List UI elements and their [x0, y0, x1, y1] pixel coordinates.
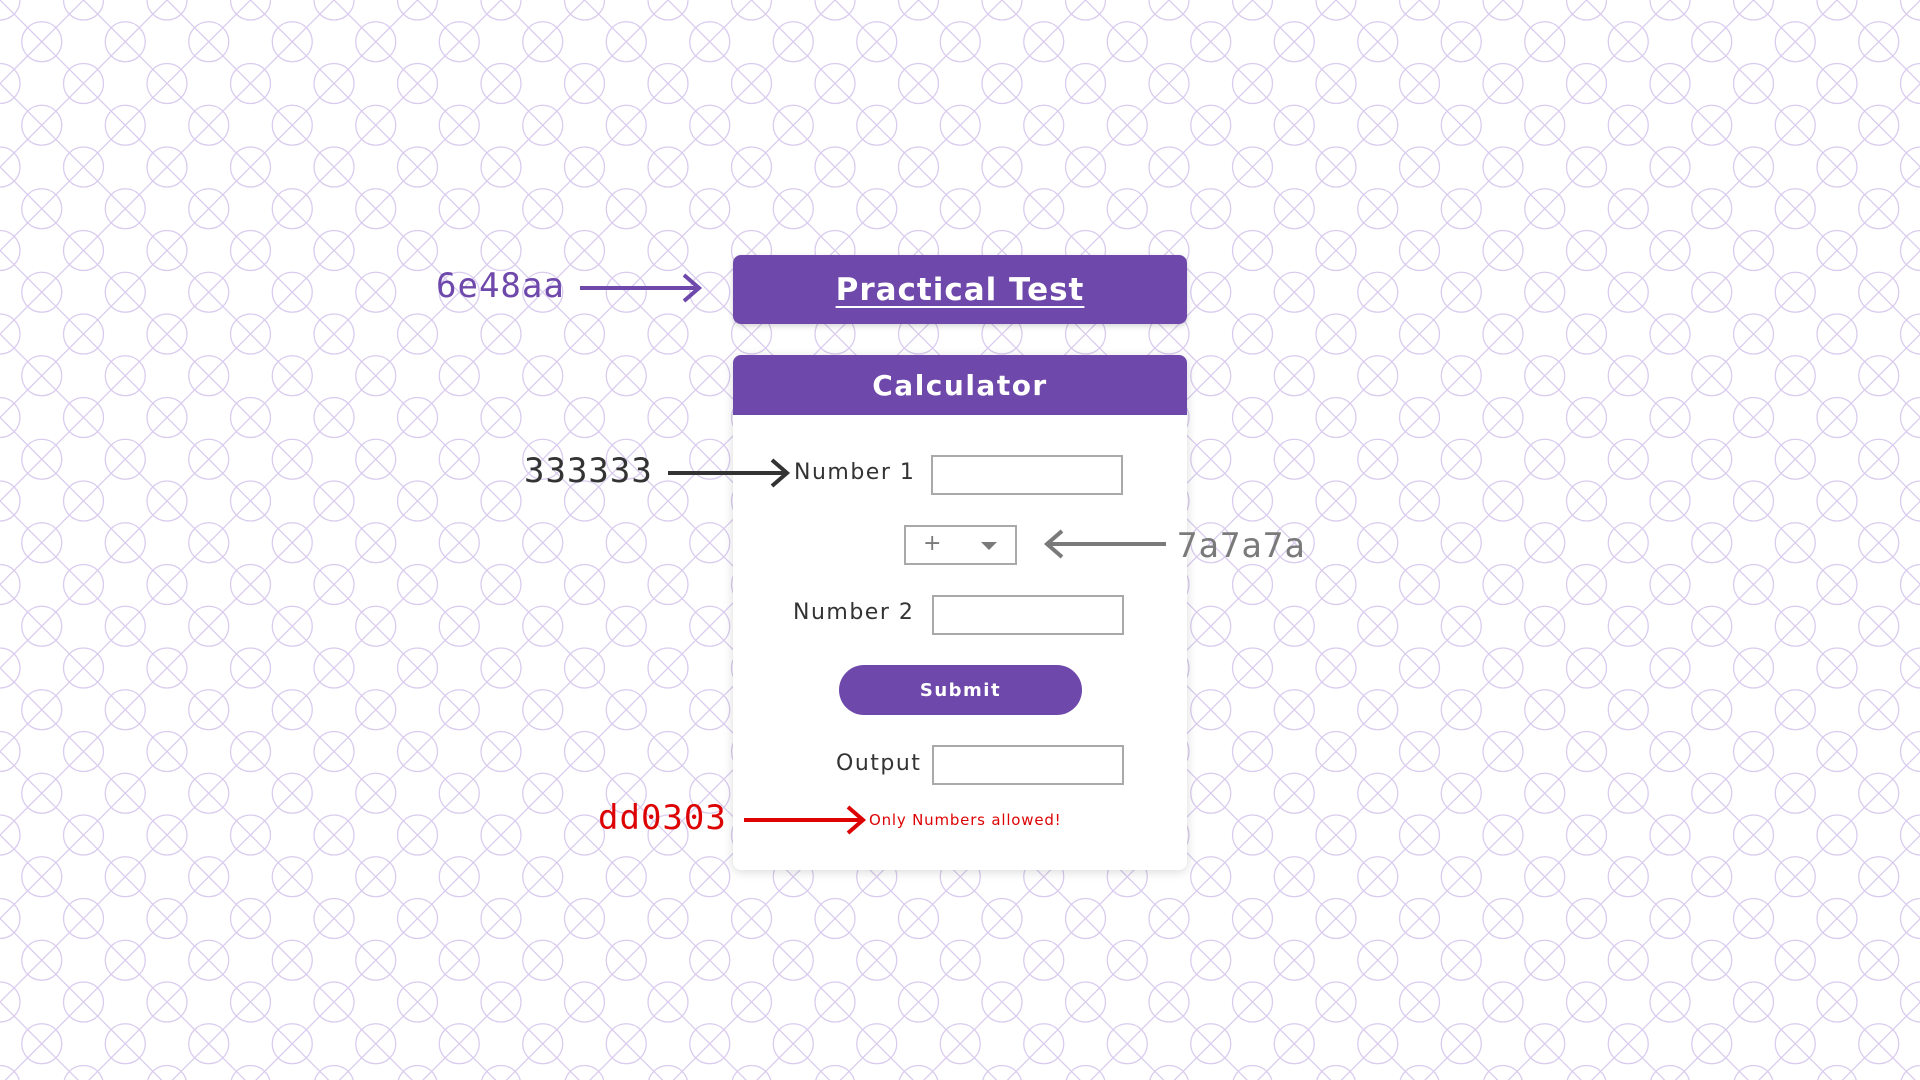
practical-test-header: Practical Test: [733, 255, 1187, 324]
output-field[interactable]: [932, 745, 1124, 785]
number1-input[interactable]: [931, 455, 1123, 495]
arrow-left-icon: [1043, 529, 1166, 559]
arrow-right-icon: [668, 458, 791, 488]
arrow-right-icon: [580, 273, 703, 303]
operator-selected-value: +: [923, 531, 942, 556]
number2-input[interactable]: [932, 595, 1124, 635]
annotation-muted-color: 7a7a7a: [1177, 526, 1306, 566]
calculator-card: Calculator Number 1 + Number 2 Submit Ou…: [733, 355, 1187, 870]
page-title: Practical Test: [835, 271, 1085, 308]
annotation-error-color: dd0303: [598, 798, 727, 838]
caret-down-icon: [981, 542, 997, 550]
calculator-header: Calculator: [733, 355, 1187, 415]
number1-label: Number 1: [794, 460, 916, 485]
number2-label: Number 2: [793, 600, 915, 625]
calculator-title: Calculator: [872, 368, 1048, 402]
annotation-text-color: 333333: [524, 451, 653, 491]
submit-button[interactable]: Submit: [839, 665, 1082, 715]
arrow-right-icon: [744, 805, 867, 835]
error-message: Only Numbers allowed!: [869, 811, 1062, 829]
output-label: Output: [836, 751, 922, 776]
operator-select[interactable]: +: [904, 525, 1017, 565]
annotation-primary-color: 6e48aa: [436, 266, 565, 306]
